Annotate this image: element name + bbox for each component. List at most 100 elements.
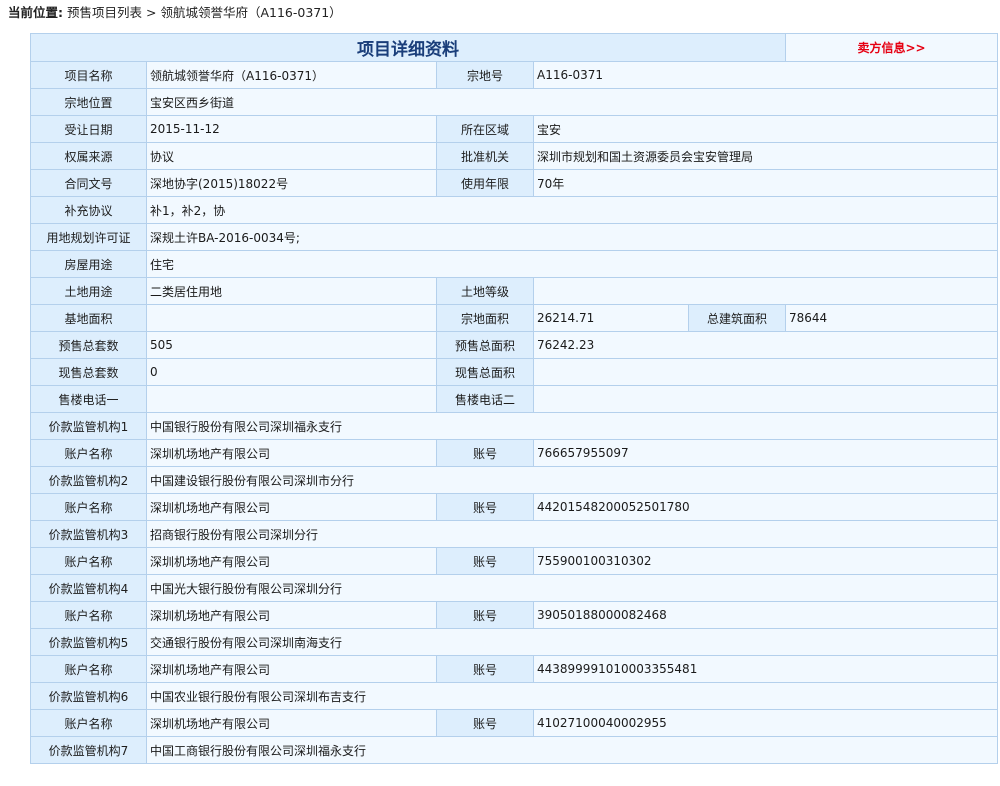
house-use-value: 住宅 — [145, 250, 999, 278]
land-use-value: 二类居住用地 — [146, 277, 437, 305]
land-use-label: 土地用途 — [30, 277, 147, 305]
supervisor-4-account-no: 39050188000082468 — [532, 601, 999, 629]
supervisor-row: 价款监管机构5 交通银行股份有限公司深圳南海支行 — [30, 628, 999, 656]
supervisor-2-bank: 中国建设银行股份有限公司深圳市分行 — [145, 466, 999, 494]
total-build-area-label: 总建筑面积 — [687, 304, 787, 332]
breadcrumb-label: 当前位置: — [8, 5, 63, 20]
supervisor-1-account-no: 766657955097 — [532, 439, 999, 467]
account-no-label: 账号 — [436, 709, 534, 737]
table-row: 现售总套数 0 现售总面积 — [30, 358, 999, 386]
transfer-date-label: 受让日期 — [30, 115, 147, 143]
supplement-value: 补1，补2，协 — [145, 196, 999, 224]
account-row: 账户名称 深圳机场地产有限公司 账号 755900100310302 — [30, 547, 999, 575]
supervisor-1-account-name: 深圳机场地产有限公司 — [146, 439, 437, 467]
term-value: 70年 — [532, 169, 999, 197]
supervisor-6-bank: 中国农业银行股份有限公司深圳布吉支行 — [145, 682, 999, 710]
supervisor-row: 价款监管机构6 中国农业银行股份有限公司深圳布吉支行 — [30, 682, 999, 710]
supervisor-row: 价款监管机构2 中国建设银行股份有限公司深圳市分行 — [30, 466, 999, 494]
spot-units-value: 0 — [146, 358, 437, 386]
supervisor-2-label: 价款监管机构2 — [30, 466, 147, 494]
table-row: 补充协议 补1，补2，协 — [30, 196, 999, 224]
table-row: 售楼电话一 售楼电话二 — [30, 385, 999, 413]
supervisor-2-account-name: 深圳机场地产有限公司 — [146, 493, 437, 521]
ownership-value: 协议 — [146, 142, 437, 170]
account-row: 账户名称 深圳机场地产有限公司 账号 41027100040002955 — [30, 709, 999, 737]
account-row: 账户名称 深圳机场地产有限公司 账号 39050188000082468 — [30, 601, 999, 629]
land-grade-value — [532, 277, 999, 305]
presale-units-value: 505 — [146, 331, 437, 359]
supervisor-1-label: 价款监管机构1 — [30, 412, 147, 440]
ownership-label: 权属来源 — [30, 142, 147, 170]
parcel-area-value: 26214.71 — [533, 304, 689, 332]
spot-area-label: 现售总面积 — [436, 358, 534, 386]
supervisor-4-bank: 中国光大银行股份有限公司深圳分行 — [145, 574, 999, 602]
supervisor-6-label: 价款监管机构6 — [30, 682, 147, 710]
account-name-label: 账户名称 — [30, 547, 147, 575]
account-name-label: 账户名称 — [30, 493, 147, 521]
table-row: 宗地位置 宝安区西乡街道 — [30, 88, 999, 116]
table-row: 房屋用途 住宅 — [30, 250, 999, 278]
total-build-area-value: 78644 — [785, 304, 999, 332]
house-use-label: 房屋用途 — [30, 250, 147, 278]
base-area-label: 基地面积 — [30, 304, 147, 332]
breadcrumb: 当前位置: 预售项目列表 > 领航城领誉华府（A116-0371） — [8, 3, 342, 23]
parcel-no-value: A116-0371 — [532, 61, 999, 89]
supervisor-5-bank: 交通银行股份有限公司深圳南海支行 — [145, 628, 999, 656]
supplement-label: 补充协议 — [30, 196, 147, 224]
supervisor-3-bank: 招商银行股份有限公司深圳分行 — [145, 520, 999, 548]
table-row: 用地规划许可证 深规土许BA-2016-0034号; — [30, 223, 999, 251]
approval-value: 深圳市规划和国土资源委员会宝安管理局 — [532, 142, 999, 170]
permit-label: 用地规划许可证 — [30, 223, 147, 251]
project-name-value: 领航城领誉华府（A116-0371） — [146, 61, 437, 89]
account-row: 账户名称 深圳机场地产有限公司 账号 44201548200052501780 — [30, 493, 999, 521]
title-row: 项目详细资料 卖方信息>> — [29, 33, 999, 62]
presale-area-label: 预售总面积 — [436, 331, 534, 359]
location-value: 宝安区西乡街道 — [145, 88, 999, 116]
transfer-date-value: 2015-11-12 — [146, 115, 437, 143]
account-name-label: 账户名称 — [30, 709, 147, 737]
supervisor-7-label: 价款监管机构7 — [30, 736, 147, 764]
project-detail-table: 项目详细资料 卖方信息>> 项目名称 领航城领誉华府（A116-0371） 宗地… — [29, 33, 999, 764]
parcel-no-label: 宗地号 — [436, 61, 534, 89]
supervisor-6-account-no: 41027100040002955 — [532, 709, 999, 737]
supervisor-4-label: 价款监管机构4 — [30, 574, 147, 602]
term-label: 使用年限 — [436, 169, 534, 197]
supervisor-1-bank: 中国银行股份有限公司深圳福永支行 — [145, 412, 999, 440]
parcel-area-label: 宗地面积 — [436, 304, 534, 332]
land-grade-label: 土地等级 — [436, 277, 534, 305]
sales-phone-2-label: 售楼电话二 — [436, 385, 534, 413]
supervisor-3-label: 价款监管机构3 — [30, 520, 147, 548]
supervisor-2-account-no: 44201548200052501780 — [532, 493, 999, 521]
account-name-label: 账户名称 — [30, 601, 147, 629]
spot-area-value — [532, 358, 999, 386]
table-row: 受让日期 2015-11-12 所在区域 宝安 — [30, 115, 999, 143]
account-row: 账户名称 深圳机场地产有限公司 账号 766657955097 — [30, 439, 999, 467]
project-name-label: 项目名称 — [30, 61, 147, 89]
account-no-label: 账号 — [436, 547, 534, 575]
account-no-label: 账号 — [436, 493, 534, 521]
seller-info-link[interactable]: 卖方信息>> — [857, 41, 925, 55]
district-label: 所在区域 — [436, 115, 534, 143]
sales-phone-1-value — [146, 385, 437, 413]
permit-value: 深规土许BA-2016-0034号; — [145, 223, 999, 251]
table-row: 土地用途 二类居住用地 土地等级 — [30, 277, 999, 305]
supervisor-5-account-name: 深圳机场地产有限公司 — [146, 655, 437, 683]
supervisor-5-label: 价款监管机构5 — [30, 628, 147, 656]
supervisor-row: 价款监管机构4 中国光大银行股份有限公司深圳分行 — [30, 574, 999, 602]
contract-label: 合同文号 — [30, 169, 147, 197]
supervisor-4-account-name: 深圳机场地产有限公司 — [146, 601, 437, 629]
presale-units-label: 预售总套数 — [30, 331, 147, 359]
breadcrumb-separator: > — [145, 5, 157, 20]
supervisor-row: 价款监管机构3 招商银行股份有限公司深圳分行 — [30, 520, 999, 548]
page-title: 项目详细资料 — [29, 33, 787, 62]
supervisor-row: 价款监管机构1 中国银行股份有限公司深圳福永支行 — [30, 412, 999, 440]
account-name-label: 账户名称 — [30, 655, 147, 683]
supervisor-3-account-no: 755900100310302 — [532, 547, 999, 575]
breadcrumb-link-presale-list[interactable]: 预售项目列表 — [67, 5, 142, 20]
approval-label: 批准机关 — [436, 142, 534, 170]
account-no-label: 账号 — [436, 655, 534, 683]
account-no-label: 账号 — [436, 601, 534, 629]
seller-info-cell: 卖方信息>> — [785, 33, 999, 62]
breadcrumb-current: 领航城领誉华府（A116-0371） — [160, 5, 342, 20]
table-row: 基地面积 宗地面积 26214.71 总建筑面积 78644 — [30, 304, 999, 332]
